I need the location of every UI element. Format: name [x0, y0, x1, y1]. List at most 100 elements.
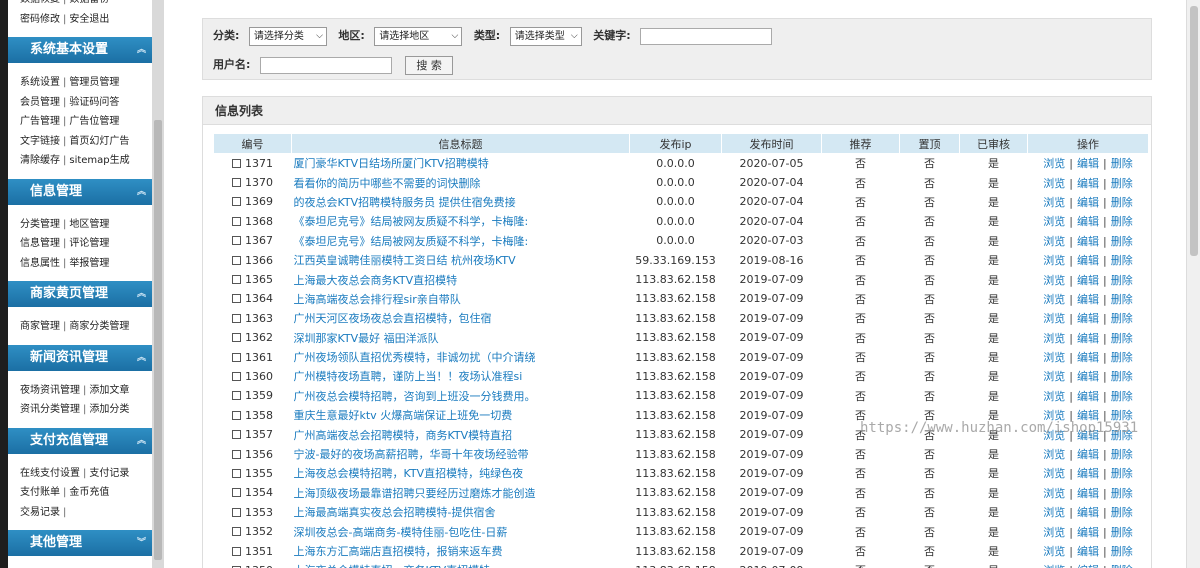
row-checkbox[interactable]: [232, 236, 241, 246]
edit-link[interactable]: 编辑: [1077, 564, 1099, 568]
view-link[interactable]: 浏览: [1043, 235, 1065, 248]
row-title-link[interactable]: 上海最高端真实夜总会招聘模特-提供宿舍: [292, 503, 630, 522]
delete-link[interactable]: 删除: [1111, 370, 1133, 383]
row-title-link[interactable]: 厦门豪华KTV日结场所厦门KTV招聘模特: [292, 154, 630, 173]
delete-link[interactable]: 删除: [1111, 506, 1133, 519]
view-link[interactable]: 浏览: [1043, 177, 1065, 190]
edit-link[interactable]: 编辑: [1077, 467, 1099, 480]
view-link[interactable]: 浏览: [1043, 215, 1065, 228]
delete-link[interactable]: 删除: [1111, 157, 1133, 170]
delete-link[interactable]: 删除: [1111, 467, 1133, 480]
delete-link[interactable]: 删除: [1111, 332, 1133, 345]
view-link[interactable]: 浏览: [1043, 254, 1065, 267]
search-button[interactable]: 搜 索: [405, 55, 453, 75]
delete-link[interactable]: 删除: [1111, 564, 1133, 568]
delete-link[interactable]: 删除: [1111, 196, 1133, 209]
row-title-link[interactable]: 江西英皇诚聘佳丽模特工资日结 杭州夜场KTV: [292, 250, 630, 269]
sidebar-link[interactable]: 首页幻灯广告: [69, 136, 129, 147]
page-scrollbar[interactable]: [1186, 0, 1200, 568]
row-checkbox[interactable]: [232, 158, 241, 168]
sidebar-link[interactable]: sitemap生成: [69, 155, 129, 166]
sidebar-link[interactable]: 会员管理: [20, 97, 60, 108]
sidebar-link[interactable]: 评论管理: [69, 238, 109, 249]
edit-link[interactable]: 编辑: [1077, 332, 1099, 345]
row-title-link[interactable]: 深圳那家KTV最好 福田洋派队: [292, 328, 630, 347]
keyword-input[interactable]: [640, 27, 773, 45]
sidebar-link[interactable]: 广告位管理: [69, 116, 119, 127]
sidebar-link[interactable]: 在线支付设置: [20, 468, 80, 479]
row-checkbox[interactable]: [232, 216, 241, 226]
sidebar-link[interactable]: 验证码问答: [69, 97, 119, 108]
view-link[interactable]: 浏览: [1043, 429, 1065, 442]
row-checkbox[interactable]: [232, 275, 241, 285]
username-input[interactable]: [259, 56, 392, 74]
edit-link[interactable]: 编辑: [1077, 312, 1099, 325]
sidebar-scrollbar[interactable]: [152, 0, 164, 568]
view-link[interactable]: 浏览: [1043, 390, 1065, 403]
view-link[interactable]: 浏览: [1043, 526, 1065, 539]
sidebar-link[interactable]: 清除缓存: [20, 155, 60, 166]
view-link[interactable]: 浏览: [1043, 351, 1065, 364]
edit-link[interactable]: 编辑: [1077, 448, 1099, 461]
edit-link[interactable]: 编辑: [1077, 429, 1099, 442]
sidebar-section-header[interactable]: 系统基本设置 ︽: [8, 37, 152, 63]
sidebar-link[interactable]: 商家管理: [20, 321, 60, 332]
type-select[interactable]: 请选择类型 ⌵: [509, 26, 582, 46]
view-link[interactable]: 浏览: [1043, 448, 1065, 461]
view-link[interactable]: 浏览: [1043, 332, 1065, 345]
sidebar-link[interactable]: 信息管理: [20, 238, 60, 249]
sidebar-link[interactable]: 数据备份: [69, 0, 109, 5]
edit-link[interactable]: 编辑: [1077, 487, 1099, 500]
edit-link[interactable]: 编辑: [1077, 157, 1099, 170]
sidebar-link[interactable]: 商家分类管理: [69, 321, 129, 332]
sidebar-section-header[interactable]: 信息管理 ︽: [8, 178, 152, 205]
edit-link[interactable]: 编辑: [1077, 370, 1099, 383]
sidebar-section-header[interactable]: 其他管理 ︾: [8, 530, 152, 556]
row-title-link[interactable]: 宁波-最好的夜场高薪招聘，华哥十年夜场经验带: [292, 444, 630, 463]
sidebar-link[interactable]: 添加分类: [89, 404, 129, 415]
row-title-link[interactable]: 广州模特夜场直聘，谨防上当！！夜场认准程si: [292, 367, 630, 386]
sidebar-link[interactable]: 添加文章: [89, 385, 129, 396]
view-link[interactable]: 浏览: [1043, 293, 1065, 306]
delete-link[interactable]: 删除: [1111, 351, 1133, 364]
row-checkbox[interactable]: [232, 178, 241, 188]
edit-link[interactable]: 编辑: [1077, 506, 1099, 519]
edit-link[interactable]: 编辑: [1077, 235, 1099, 248]
sidebar-link[interactable]: 资讯分类管理: [20, 404, 80, 415]
edit-link[interactable]: 编辑: [1077, 293, 1099, 306]
row-title-link[interactable]: 上海东方汇高端店直招模特，报销来返车费: [292, 541, 630, 560]
sidebar-link[interactable]: 支付账单: [20, 487, 60, 498]
row-checkbox[interactable]: [232, 430, 241, 440]
row-title-link[interactable]: 重庆生意最好ktv 火爆高端保证上班免一切费: [292, 406, 630, 425]
sidebar-link[interactable]: 数据恢复: [20, 0, 60, 5]
view-link[interactable]: 浏览: [1043, 487, 1065, 500]
row-title-link[interactable]: 上海夜总会模特招聘，KTV直招模特，纯绿色夜: [292, 464, 630, 483]
delete-link[interactable]: 删除: [1111, 429, 1133, 442]
view-link[interactable]: 浏览: [1043, 370, 1065, 383]
row-title-link[interactable]: 广州天河区夜场夜总会直招模特，包住宿: [292, 309, 630, 328]
edit-link[interactable]: 编辑: [1077, 351, 1099, 364]
row-checkbox[interactable]: [232, 468, 241, 478]
sidebar-link[interactable]: 广告管理: [20, 116, 60, 127]
row-title-link[interactable]: 的夜总会KTV招聘模特服务员 提供住宿免费接: [292, 192, 630, 211]
sidebar-link[interactable]: 举报管理: [69, 258, 109, 269]
edit-link[interactable]: 编辑: [1077, 254, 1099, 267]
row-title-link[interactable]: 广州夜场领队直招优秀模特，非诚勿扰（中介请绕: [292, 347, 630, 366]
view-link[interactable]: 浏览: [1043, 274, 1065, 287]
sidebar-link[interactable]: 分类管理: [20, 219, 60, 230]
row-title-link[interactable]: 《泰坦尼克号》结局被网友质疑不科学，卡梅隆:: [292, 231, 630, 250]
sidebar-link[interactable]: 密码修改: [20, 14, 60, 25]
row-checkbox[interactable]: [232, 391, 241, 401]
page-scrollbar-thumb[interactable]: [1190, 6, 1198, 256]
delete-link[interactable]: 删除: [1111, 254, 1133, 267]
row-checkbox[interactable]: [232, 410, 241, 420]
delete-link[interactable]: 删除: [1111, 448, 1133, 461]
edit-link[interactable]: 编辑: [1077, 196, 1099, 209]
edit-link[interactable]: 编辑: [1077, 177, 1099, 190]
delete-link[interactable]: 删除: [1111, 293, 1133, 306]
row-checkbox[interactable]: [232, 527, 241, 537]
row-title-link[interactable]: 广州夜总会模特招聘，咨询到上班没一分钱费用。: [292, 386, 630, 405]
row-checkbox[interactable]: [232, 294, 241, 304]
delete-link[interactable]: 删除: [1111, 487, 1133, 500]
delete-link[interactable]: 删除: [1111, 526, 1133, 539]
